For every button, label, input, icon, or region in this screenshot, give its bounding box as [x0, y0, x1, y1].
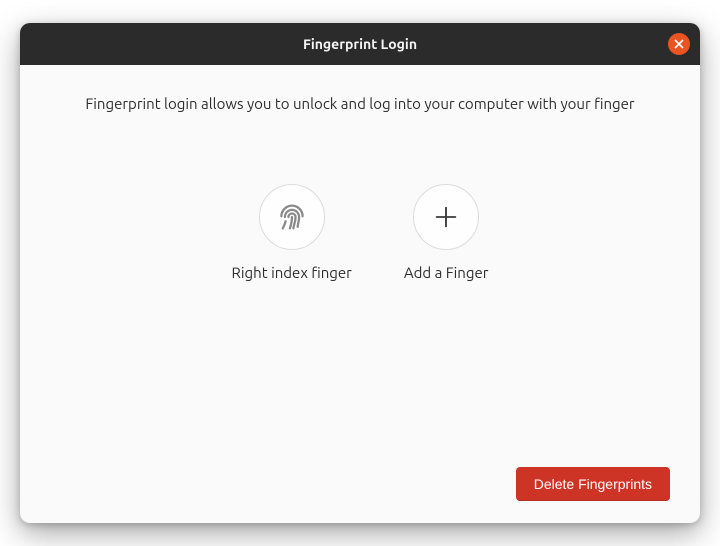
description-text: Fingerprint login allows you to unlock a… — [50, 93, 670, 114]
fingerprint-login-window: Fingerprint Login Fingerprint login allo… — [20, 23, 700, 523]
close-button[interactable] — [668, 33, 690, 55]
fingers-list: Right index finger Add a Finger — [50, 184, 670, 281]
content-area: Fingerprint login allows you to unlock a… — [20, 65, 700, 523]
close-icon — [674, 37, 684, 52]
delete-fingerprints-button[interactable]: Delete Fingerprints — [516, 467, 670, 501]
add-finger[interactable]: Add a Finger — [404, 184, 489, 281]
window-title: Fingerprint Login — [303, 36, 417, 52]
enrolled-finger-label: Right index finger — [232, 264, 352, 281]
fingerprint-icon — [259, 184, 325, 250]
enrolled-finger[interactable]: Right index finger — [232, 184, 352, 281]
plus-icon — [413, 184, 479, 250]
add-finger-label: Add a Finger — [404, 264, 489, 281]
titlebar: Fingerprint Login — [20, 23, 700, 65]
footer: Delete Fingerprints — [50, 467, 670, 501]
